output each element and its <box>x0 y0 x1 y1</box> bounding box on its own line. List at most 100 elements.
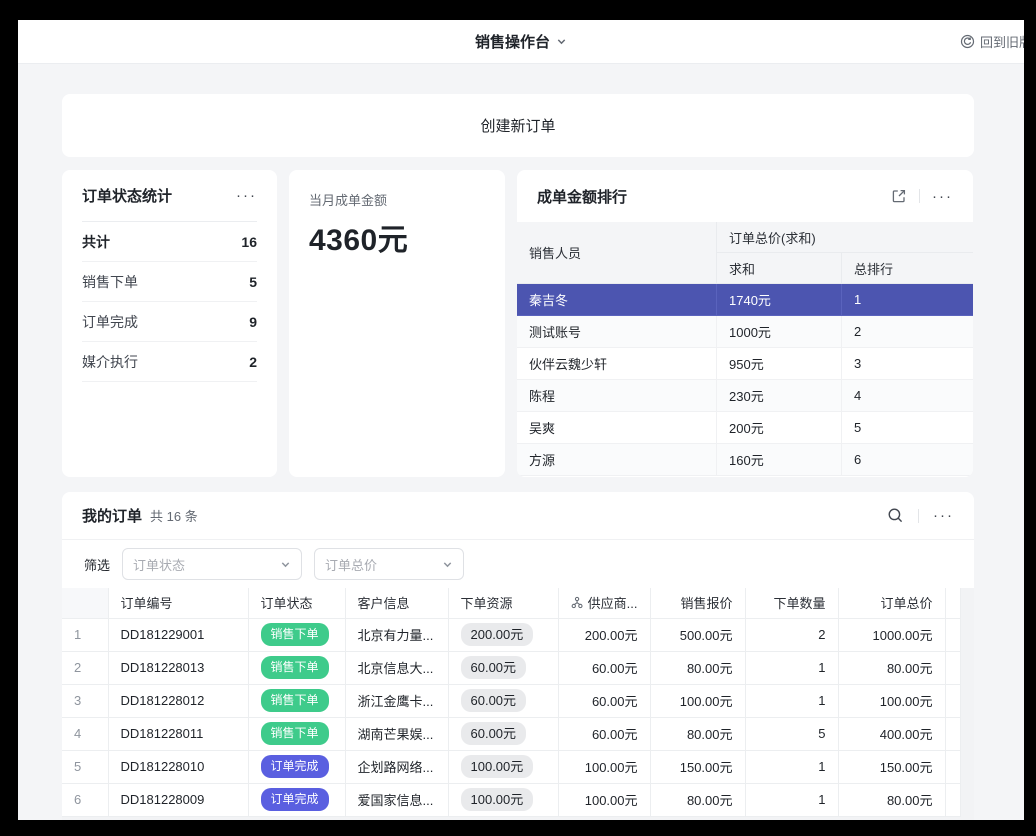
extra-cell <box>945 717 960 750</box>
col-header-order-id[interactable]: 订单编号 <box>108 588 248 618</box>
stat-row-media-exec[interactable]: 媒介执行 2 <box>82 342 257 382</box>
order-row[interactable]: 2 DD181228013 销售下单 北京信息大... 60.00元 60.00… <box>62 651 960 684</box>
create-order-label: 创建新订单 <box>480 115 555 136</box>
rank-value: 2 <box>842 316 973 348</box>
resource-pill: 60.00元 <box>461 689 527 713</box>
my-orders-title: 我的订单 <box>82 505 142 526</box>
stat-row-order-complete[interactable]: 订单完成 9 <box>82 302 257 342</box>
col-header-qty[interactable]: 下单数量 <box>745 588 838 618</box>
col-header-total[interactable]: 订单总价 <box>838 588 945 618</box>
order-qty: 5 <box>745 717 838 750</box>
status-badge: 订单完成 <box>261 788 329 810</box>
stat-value: 16 <box>241 234 257 250</box>
chevron-down-icon <box>280 559 291 570</box>
order-qty: 1 <box>745 651 838 684</box>
order-row[interactable]: 6 DD181228009 订单完成 爱国家信息... 100.00元 100.… <box>62 783 960 816</box>
stat-value: 2 <box>249 354 257 370</box>
order-row[interactable]: 3 DD181228012 销售下单 浙江金鹰卡... 60.00元 60.00… <box>62 684 960 717</box>
customer-info: 北京有力量... <box>345 618 448 651</box>
order-total: 80.00元 <box>838 651 945 684</box>
sum-value: 950元 <box>717 348 842 380</box>
extra-cell <box>945 750 960 783</box>
app-switcher[interactable]: 销售操作台 <box>475 20 567 63</box>
order-row[interactable]: 4 DD181228011 销售下单 湖南芒果娱... 60.00元 60.00… <box>62 717 960 750</box>
stat-row-total[interactable]: 共计 16 <box>82 222 257 262</box>
stats-cards-row: 订单状态统计 ··· 共计 16 销售下单 5 订单完成 9 媒介执行 2 <box>62 170 974 477</box>
extra-cell <box>945 618 960 651</box>
ranking-table-head: 销售人员 订单总价(求和) 求和 总排行 <box>517 222 973 284</box>
orders-grid: 订单编号 订单状态 客户信息 下单资源 供应商... <box>62 588 974 820</box>
resource-pill: 100.00元 <box>461 788 534 812</box>
more-menu-icon[interactable]: ··· <box>236 188 257 203</box>
extra-cell <box>945 684 960 717</box>
ranking-row[interactable]: 吴爽 200元 5 <box>517 412 973 444</box>
sum-value: 1000元 <box>717 316 842 348</box>
order-total: 1000.00元 <box>838 618 945 651</box>
order-id: DD181229001 <box>108 618 248 651</box>
resource-pill: 60.00元 <box>461 656 527 680</box>
ranking-row[interactable]: 测试账号 1000元 2 <box>517 316 973 348</box>
order-total: 150.00元 <box>838 750 945 783</box>
ranking-row[interactable]: 方源 160元 6 <box>517 444 973 476</box>
more-menu-icon[interactable]: ··· <box>933 508 954 523</box>
relation-icon <box>571 596 583 609</box>
status-badge: 销售下单 <box>261 689 329 711</box>
order-total: 400.00元 <box>838 717 945 750</box>
more-menu-icon[interactable]: ··· <box>932 189 953 204</box>
stat-row-sales-order[interactable]: 销售下单 5 <box>82 262 257 302</box>
topbar: 销售操作台 回到旧版 <box>18 20 1024 64</box>
col-header-salesperson: 销售人员 <box>517 222 717 284</box>
back-label: 回到旧版 <box>980 32 1024 51</box>
col-header-quote[interactable]: 销售报价 <box>650 588 745 618</box>
page-title: 销售操作台 <box>475 31 550 52</box>
open-external-icon[interactable] <box>891 188 907 204</box>
create-order-button[interactable]: 创建新订单 <box>62 94 974 157</box>
filter-placeholder: 订单状态 <box>133 555 185 574</box>
ranking-row[interactable]: 伙伴云魏少轩 950元 3 <box>517 348 973 380</box>
row-number: 2 <box>62 651 108 684</box>
order-row[interactable]: 1 DD181229001 销售下单 北京有力量... 200.00元 200.… <box>62 618 960 651</box>
status-badge: 销售下单 <box>261 722 329 744</box>
month-amount-value: 4360元 <box>309 215 485 259</box>
order-qty: 1 <box>745 783 838 816</box>
order-qty: 2 <box>745 618 838 651</box>
col-header-resource[interactable]: 下单资源 <box>448 588 558 618</box>
col-header-supplier[interactable]: 供应商... <box>558 588 650 618</box>
sales-quote: 80.00元 <box>650 783 745 816</box>
stat-label: 订单完成 <box>82 312 138 332</box>
search-icon[interactable] <box>887 507 904 524</box>
col-header-customer[interactable]: 客户信息 <box>345 588 448 618</box>
content-area: 创建新订单 订单状态统计 ··· 共计 16 销售下单 5 订单完成 <box>18 64 1024 820</box>
salesperson-name: 陈程 <box>517 380 717 412</box>
order-id: DD181228012 <box>108 684 248 717</box>
col-header-extra <box>945 588 960 618</box>
order-id: DD181228010 <box>108 750 248 783</box>
ranking-row[interactable]: 秦吉冬 1740元 1 <box>517 284 973 316</box>
rank-value: 6 <box>842 444 973 476</box>
order-status-filter-select[interactable]: 订单状态 <box>122 548 302 580</box>
salesperson-name: 方源 <box>517 444 717 476</box>
ranking-row[interactable]: 陈程 230元 4 <box>517 380 973 412</box>
ranking-title: 成单金额排行 <box>537 186 627 207</box>
sales-quote: 500.00元 <box>650 618 745 651</box>
supplier-price: 100.00元 <box>558 750 650 783</box>
sales-quote: 80.00元 <box>650 651 745 684</box>
col-header-supplier-label: 供应商... <box>588 593 638 612</box>
row-number-header <box>62 588 108 618</box>
month-amount-card: 当月成单金额 4360元 <box>289 170 505 477</box>
stat-value: 9 <box>249 314 257 330</box>
rank-value: 1 <box>842 284 973 316</box>
col-header-order-status[interactable]: 订单状态 <box>248 588 345 618</box>
order-row[interactable]: 5 DD181228010 订单完成 企划路网络... 100.00元 100.… <box>62 750 960 783</box>
stat-value: 5 <box>249 274 257 290</box>
ranking-actions: ··· <box>891 188 953 204</box>
back-to-old-version-link[interactable]: 回到旧版 <box>960 20 1024 63</box>
salesperson-name: 秦吉冬 <box>517 284 717 316</box>
resource-pill: 200.00元 <box>461 623 534 647</box>
status-badge: 销售下单 <box>261 656 329 678</box>
sum-value: 230元 <box>717 380 842 412</box>
order-status-stats-header: 订单状态统计 ··· <box>82 170 257 222</box>
revert-icon <box>960 34 975 49</box>
order-total-filter-select[interactable]: 订单总价 <box>314 548 464 580</box>
row-number: 6 <box>62 783 108 816</box>
